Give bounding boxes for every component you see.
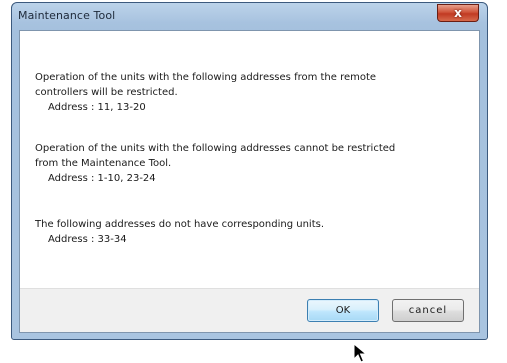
ok-button[interactable]: OK: [307, 299, 379, 322]
address-line: Address : 11, 13-20: [48, 102, 146, 113]
message-line: Operation of the units with the followin…: [35, 143, 396, 154]
address-line: Address : 33-34: [48, 234, 127, 245]
close-icon: x: [454, 6, 462, 20]
dialog-content: Operation of the units with the followin…: [19, 30, 480, 333]
mouse-pointer-icon: [353, 343, 368, 363]
address-line: Address : 1-10, 23-24: [48, 173, 156, 184]
window-title: Maintenance Tool: [18, 9, 116, 22]
message-line: controllers will be restricted.: [35, 87, 178, 98]
restricted-message: Operation of the units with the followin…: [35, 70, 376, 115]
cancel-button[interactable]: cancel: [392, 299, 464, 322]
message-line: Operation of the units with the followin…: [35, 72, 377, 83]
message-line: from the Maintenance Tool.: [35, 158, 172, 169]
cannot-restrict-message: Operation of the units with the followin…: [35, 141, 395, 186]
button-bar: OK cancel: [20, 288, 479, 332]
message-line: The following addresses do not have corr…: [35, 219, 325, 230]
title-bar[interactable]: Maintenance Tool x: [12, 3, 487, 30]
no-units-message: The following addresses do not have corr…: [35, 217, 324, 247]
close-button[interactable]: x: [437, 4, 479, 22]
maintenance-tool-dialog: Maintenance Tool x Operation of the unit…: [11, 2, 488, 340]
